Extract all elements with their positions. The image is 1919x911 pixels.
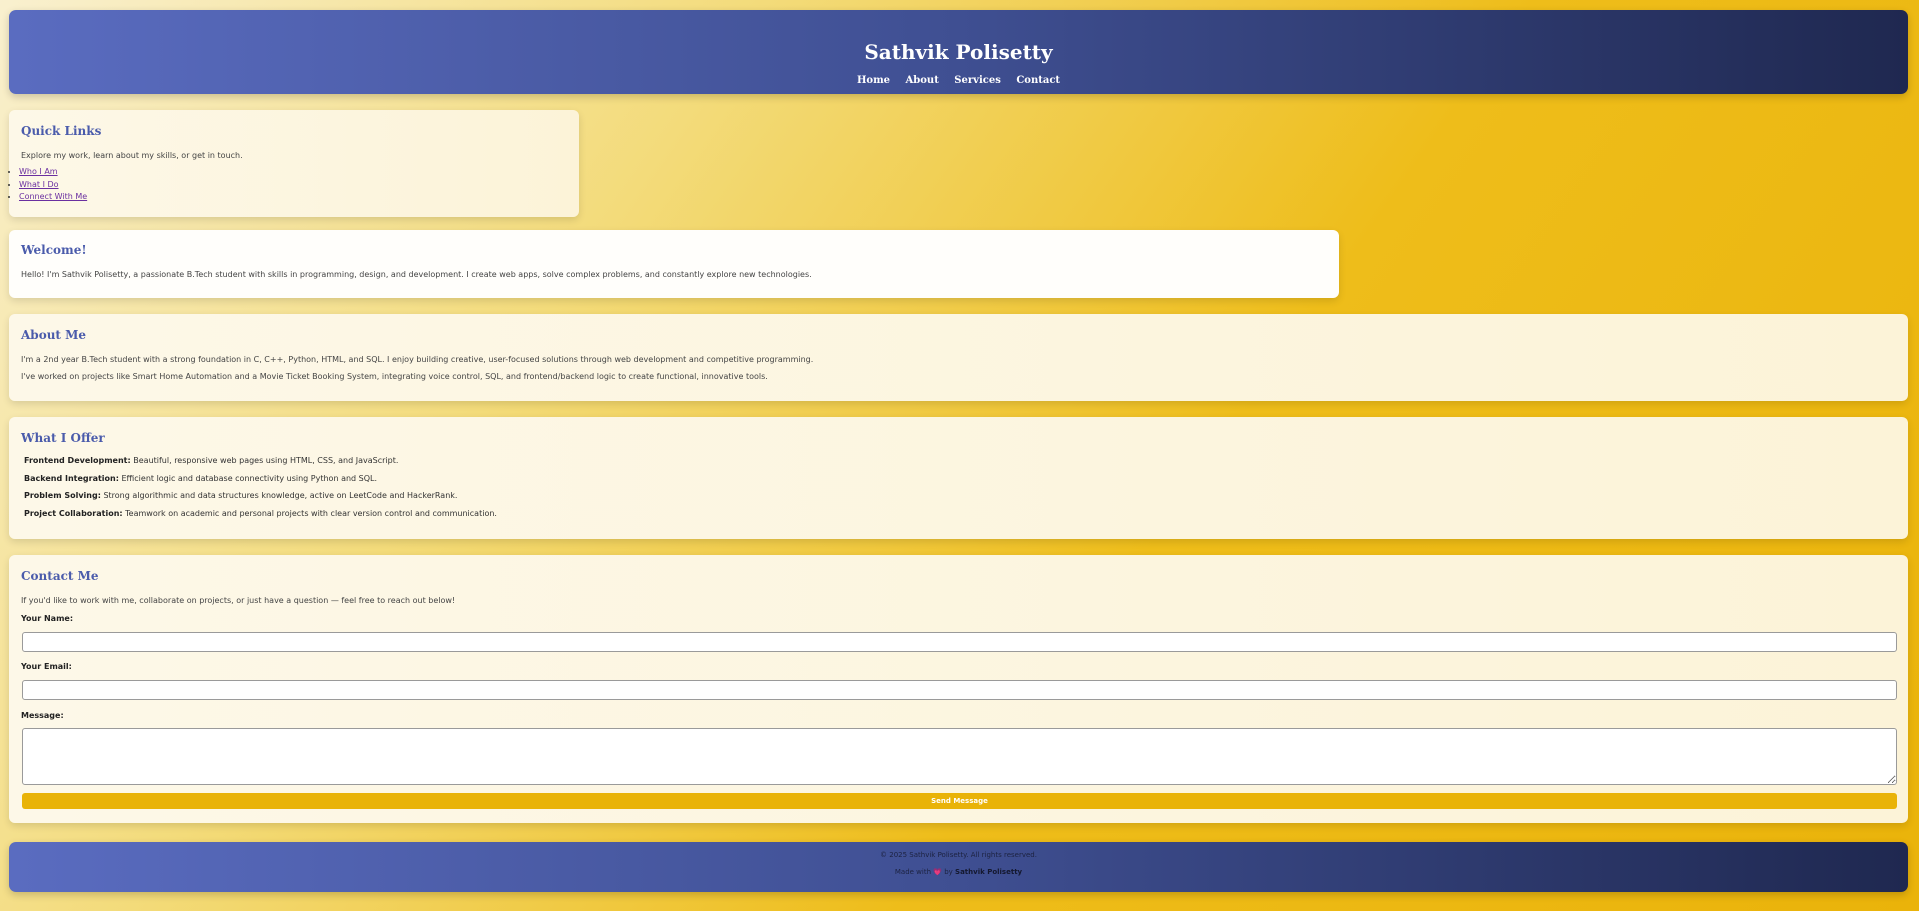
offer-item-text: Teamwork on academic and personal projec…: [125, 509, 497, 518]
about-card: About Me I'm a 2nd year B.Tech student w…: [9, 314, 1908, 401]
offer-item-label: Backend Integration:: [24, 474, 119, 483]
offer-item-label: Frontend Development:: [24, 456, 131, 465]
offer-item-text: Efficient logic and database connectivit…: [121, 474, 378, 483]
welcome-card: Welcome! Hello! I'm Sathvik Polisetty, a…: [9, 230, 1339, 298]
offer-item-frontend: Frontend Development: Beautiful, respons…: [24, 456, 398, 465]
site-header: Sathvik Polisetty Home About Services Co…: [9, 10, 1908, 94]
welcome-title: Welcome!: [21, 243, 87, 257]
nav-home-link[interactable]: Home: [857, 75, 890, 86]
about-title: About Me: [21, 328, 87, 342]
email-label: Your Email:: [21, 662, 72, 671]
nav-services-link[interactable]: Services: [954, 75, 1001, 86]
connect-with-me-link[interactable]: Connect With Me: [19, 192, 87, 201]
offer-item-text: Beautiful, responsive web pages using HT…: [133, 456, 399, 465]
contact-intro: If you'd like to work with me, collabora…: [21, 596, 456, 605]
name-label: Your Name:: [21, 614, 74, 623]
quick-links-text: Explore my work, learn about my skills, …: [21, 151, 243, 160]
offer-item-text: Strong algorithmic and data structures k…: [103, 491, 458, 500]
offer-item-label: Problem Solving:: [24, 491, 101, 500]
main-nav: Home About Services Contact: [9, 74, 1908, 88]
welcome-text: Hello! I'm Sathvik Polisetty, a passiona…: [21, 270, 812, 279]
nav-about-link[interactable]: About: [906, 75, 939, 86]
made-by: by: [944, 868, 953, 876]
about-paragraph-2: I've worked on projects like Smart Home …: [21, 372, 768, 381]
made-prefix: Made with: [894, 868, 932, 876]
site-title: Sathvik Polisetty: [864, 40, 1053, 64]
message-label: Message:: [21, 711, 64, 720]
name-input[interactable]: [22, 632, 1897, 652]
offer-item-collaboration: Project Collaboration: Teamwork on acade…: [24, 509, 497, 518]
contact-card: Contact Me If you'd like to work with me…: [9, 555, 1908, 823]
quick-links-list: Who I Am What I Do Connect With Me: [7, 166, 87, 204]
list-item: Who I Am: [19, 166, 87, 179]
site-footer: © 2025 Sathvik Polisetty. All rights res…: [9, 842, 1908, 892]
offer-item-backend: Backend Integration: Efficient logic and…: [24, 474, 377, 483]
heart-icon: 💗: [933, 868, 942, 876]
offer-card: What I Offer Frontend Development: Beaut…: [9, 417, 1908, 539]
send-message-button[interactable]: Send Message: [22, 793, 1897, 809]
nav-contact-link[interactable]: Contact: [1016, 75, 1060, 86]
offer-title: What I Offer: [21, 431, 105, 445]
list-item: Connect With Me: [19, 191, 87, 204]
made-with-text: Made with 💗 by Sathvik Polisetty: [9, 868, 1908, 876]
offer-item-label: Project Collaboration:: [24, 509, 123, 518]
contact-title: Contact Me: [21, 569, 99, 583]
email-input[interactable]: [22, 680, 1897, 700]
list-item: What I Do: [19, 179, 87, 192]
who-i-am-link[interactable]: Who I Am: [19, 167, 58, 176]
quick-links-title: Quick Links: [21, 124, 102, 138]
offer-item-problem-solving: Problem Solving: Strong algorithmic and …: [24, 491, 457, 500]
footer-author: Sathvik Polisetty: [955, 868, 1023, 876]
copyright-text: © 2025 Sathvik Polisetty. All rights res…: [880, 851, 1037, 859]
message-textarea[interactable]: [22, 728, 1897, 785]
what-i-do-link[interactable]: What I Do: [19, 180, 59, 189]
quick-links-card: Quick Links Explore my work, learn about…: [9, 110, 579, 217]
about-paragraph-1: I'm a 2nd year B.Tech student with a str…: [21, 355, 814, 364]
